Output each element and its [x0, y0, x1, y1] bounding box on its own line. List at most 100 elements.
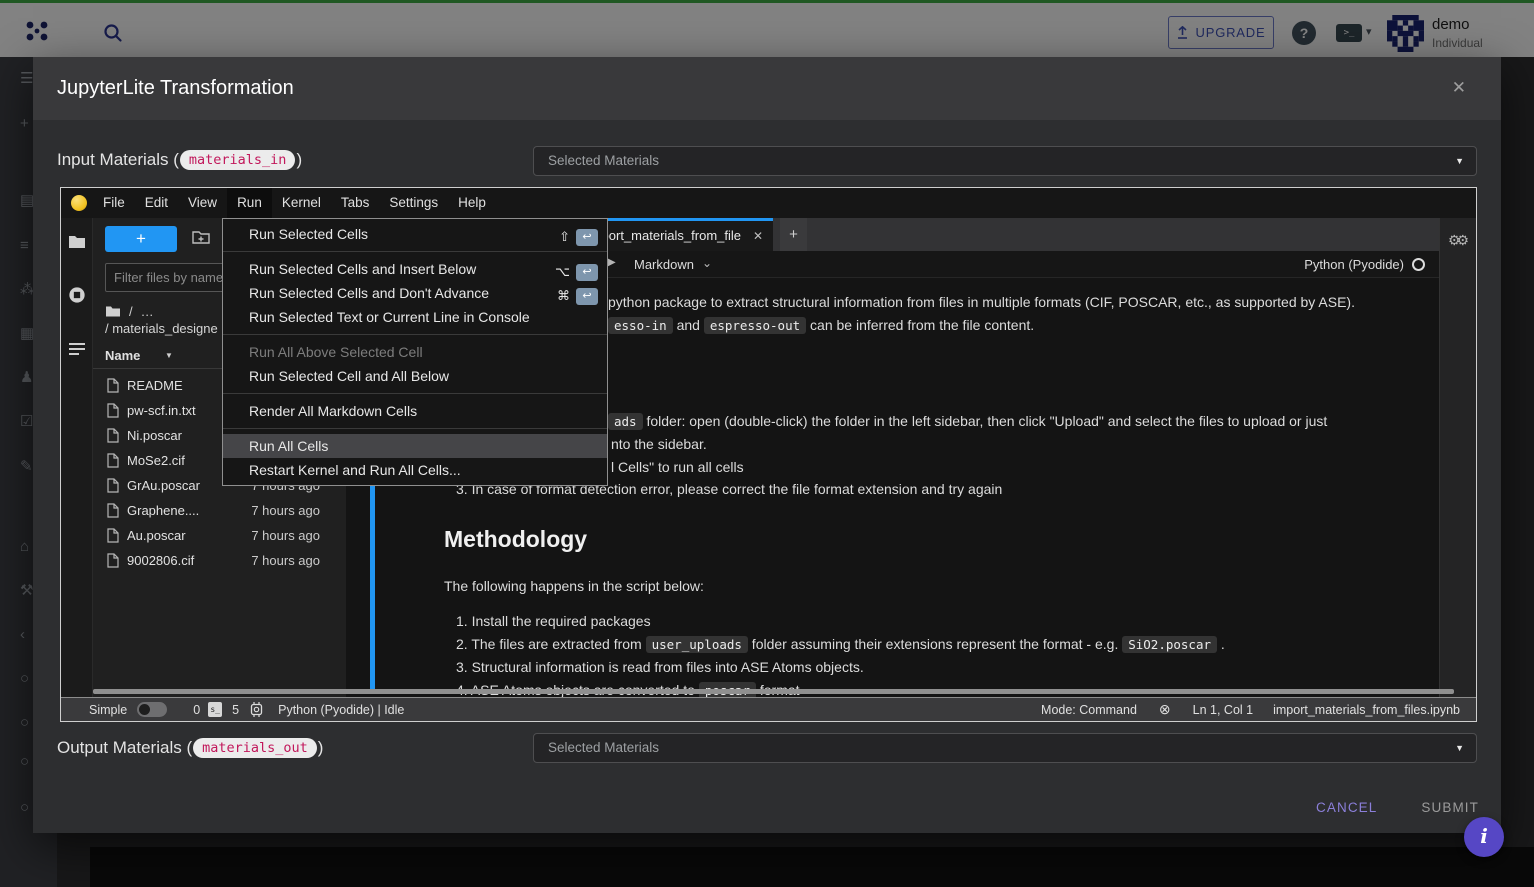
markdown-list-item: 2. The files are extracted from user_upl…: [456, 636, 1225, 652]
run-cell-icon[interactable]: ▶: [608, 257, 616, 268]
menu-item-run-selected-cells-insert-below[interactable]: Run Selected Cells and Insert Below ⌥↩: [223, 257, 607, 281]
kernel-indicator[interactable]: Python (Pyodide): [1304, 251, 1425, 278]
sort-arrow-icon: ▼: [165, 351, 173, 360]
tab-close-icon[interactable]: ✕: [753, 221, 763, 251]
menu-edit[interactable]: Edit: [135, 188, 178, 218]
file-browser-icon[interactable]: [68, 233, 86, 251]
menu-item-run-selected-cells-dont-advance[interactable]: Run Selected Cells and Don't Advance ⌘↩: [223, 281, 607, 305]
file-name: 9002806.cif: [127, 548, 194, 573]
file-modified: 7 hours ago: [251, 523, 320, 548]
input-materials-select[interactable]: Selected Materials ▼: [533, 146, 1477, 176]
paren-close: ): [296, 150, 302, 170]
output-materials-text: Output Materials (: [57, 738, 192, 758]
menu-item-run-selected-text-in-console[interactable]: Run Selected Text or Current Line in Con…: [223, 305, 607, 329]
file-row[interactable]: Graphene.... 7 hours ago: [93, 498, 346, 523]
input-materials-text: Input Materials (: [57, 150, 179, 170]
cursor-position: Ln 1, Col 1: [1193, 703, 1253, 717]
breadcrumb-ellipsis[interactable]: …: [141, 304, 154, 319]
enter-key-icon: ↩: [576, 264, 598, 281]
input-materials-select-value: Selected Materials: [548, 153, 659, 168]
menu-run[interactable]: Run: [227, 188, 272, 218]
output-materials-select[interactable]: Selected Materials ▼: [533, 733, 1477, 763]
menu-kernel[interactable]: Kernel: [272, 188, 331, 218]
file-name: GrAu.poscar: [127, 473, 200, 498]
run-menu-dropdown: Run Selected Cells ⇧↩ Run Selected Cells…: [222, 218, 608, 486]
markdown-paragraph: The following happens in the script belo…: [444, 578, 704, 594]
submit-button[interactable]: SUBMIT: [1421, 800, 1479, 815]
output-materials-select-value: Selected Materials: [548, 740, 659, 755]
property-inspector-icon[interactable]: ⚙⚙: [1448, 232, 1465, 249]
menu-separator: [223, 251, 607, 252]
kernel-status-text: Python (Pyodide) | Idle: [278, 703, 404, 717]
running-terminals-icon[interactable]: [68, 286, 86, 304]
folder-icon[interactable]: [105, 305, 121, 318]
file-row[interactable]: Au.poscar 7 hours ago: [93, 523, 346, 548]
file-name: pw-scf.in.txt: [127, 398, 196, 423]
cell-type-dropdown[interactable]: Markdown: [634, 251, 694, 278]
breadcrumb-root[interactable]: /: [129, 304, 133, 319]
markdown-list-item: 3. Structural information is read from f…: [456, 659, 864, 675]
markdown-list-item: 1. Install the required packages: [456, 613, 651, 629]
markdown-list-item: nto the sidebar.: [611, 436, 707, 452]
menu-view[interactable]: View: [178, 188, 227, 218]
horizontal-scrollbar[interactable]: [93, 689, 1454, 694]
inline-code: espresso-out: [704, 317, 806, 334]
output-materials-code: materials_out: [193, 738, 317, 758]
toggle-knob: [139, 704, 150, 715]
screen: UPGRADE ? >_ ▾ demo Individual ☰ + ▤ ≡ ⁂…: [0, 0, 1534, 887]
close-icon[interactable]: ✕: [1452, 78, 1466, 98]
file-name: Graphene....: [127, 498, 199, 523]
menu-help[interactable]: Help: [448, 188, 496, 218]
menu-item-restart-kernel-and-run-all[interactable]: Restart Kernel and Run All Cells...: [223, 458, 607, 482]
chevron-down-icon: ▼: [1455, 734, 1464, 762]
file-name: README: [127, 373, 183, 398]
simple-mode-toggle[interactable]: [137, 702, 167, 717]
menu-item-run-selected-cell-and-all-below[interactable]: Run Selected Cell and All Below: [223, 364, 607, 388]
file-icon: [107, 453, 119, 468]
dialog-footer: CANCEL SUBMIT: [1316, 800, 1479, 815]
menu-file[interactable]: File: [93, 188, 135, 218]
cancel-button[interactable]: CANCEL: [1316, 800, 1377, 815]
new-folder-icon[interactable]: [192, 230, 210, 245]
simple-mode-label: Simple: [89, 703, 127, 717]
terminal-badge-icon: s_: [208, 702, 222, 717]
info-button[interactable]: i: [1464, 817, 1504, 857]
menu-separator: [223, 428, 607, 429]
menu-separator: [223, 393, 607, 394]
file-icon: [107, 503, 119, 518]
name-column-header[interactable]: Name: [105, 348, 140, 363]
breadcrumb-path[interactable]: / materials_designe: [105, 321, 218, 336]
terminals-count: 0: [193, 703, 200, 717]
markdown-paragraph: python package to extract structural inf…: [608, 294, 1355, 310]
shield-x-icon: ⊗: [1159, 701, 1171, 718]
file-row[interactable]: 9002806.cif 7 hours ago: [93, 548, 346, 573]
file-icon: [107, 478, 119, 493]
enter-key-icon: ↩: [576, 288, 598, 305]
dialog-title: JupyterLite Transformation: [57, 57, 294, 120]
inline-code: user_uploads: [646, 636, 748, 653]
table-of-contents-icon[interactable]: [68, 340, 86, 358]
menu-item-render-all-markdown-cells[interactable]: Render All Markdown Cells: [223, 399, 607, 423]
new-tab-button[interactable]: +: [780, 218, 807, 251]
menu-settings[interactable]: Settings: [379, 188, 448, 218]
menu-item-run-selected-cells[interactable]: Run Selected Cells ⇧↩: [223, 222, 607, 246]
dialog-header: JupyterLite Transformation ✕: [33, 57, 1501, 120]
statusbar-right: Mode: Command ⊗ Ln 1, Col 1 import_mater…: [1041, 701, 1460, 718]
inline-code: esso-in: [608, 317, 673, 334]
file-name: MoSe2.cif: [127, 448, 185, 473]
inline-code: SiO2.poscar: [1122, 636, 1217, 653]
mode-indicator: Mode: Command: [1041, 703, 1137, 717]
chevron-down-icon: ▼: [1455, 147, 1464, 175]
file-name: Au.poscar: [127, 523, 186, 548]
menu-tabs[interactable]: Tabs: [331, 188, 380, 218]
file-modified: 7 hours ago: [251, 548, 320, 573]
new-launcher-button[interactable]: +: [105, 226, 177, 252]
kernel-chip-icon: [249, 702, 264, 717]
jupyterlite-transformation-dialog: JupyterLite Transformation ✕ Input Mater…: [33, 57, 1501, 833]
kernel-status-icon: [1412, 258, 1425, 271]
kernels-count: 5: [232, 703, 239, 717]
menu-item-run-all-cells[interactable]: Run All Cells: [223, 434, 607, 458]
paren-close: ): [318, 738, 324, 758]
markdown-list-item: ads folder: open (double-click) the fold…: [608, 413, 1327, 429]
tab-title: port_materials_from_file: [602, 221, 741, 251]
